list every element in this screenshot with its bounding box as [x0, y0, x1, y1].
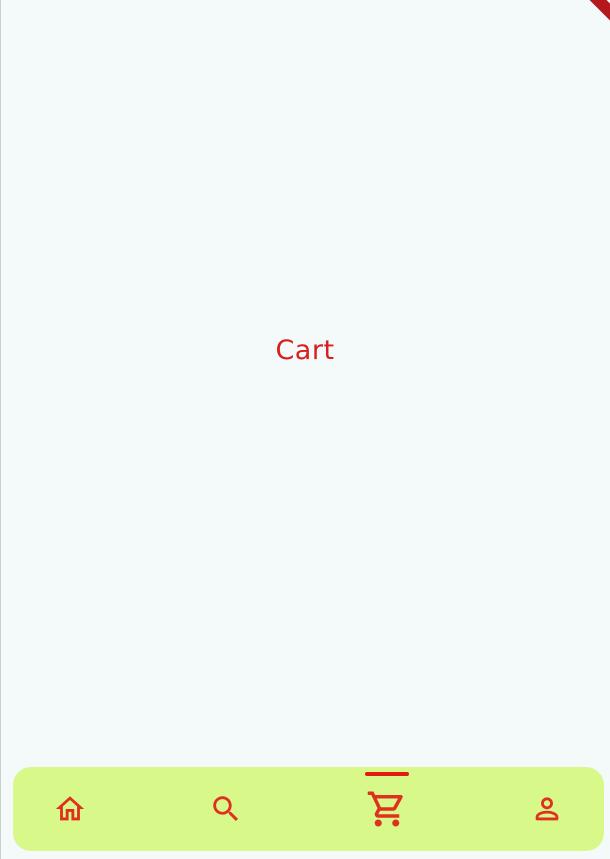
home-icon — [53, 792, 87, 826]
search-icon — [209, 792, 243, 826]
nav-item-profile[interactable] — [507, 767, 587, 851]
nav-item-search[interactable] — [186, 767, 266, 851]
window-edge — [0, 0, 1, 859]
nav-item-home[interactable] — [30, 767, 110, 851]
cart-icon — [366, 788, 408, 830]
page-title: Cart — [275, 335, 335, 366]
debug-banner — [580, 0, 610, 22]
bottom-navigation-bar — [13, 767, 604, 851]
person-icon — [530, 792, 564, 826]
nav-item-cart[interactable] — [347, 767, 427, 851]
